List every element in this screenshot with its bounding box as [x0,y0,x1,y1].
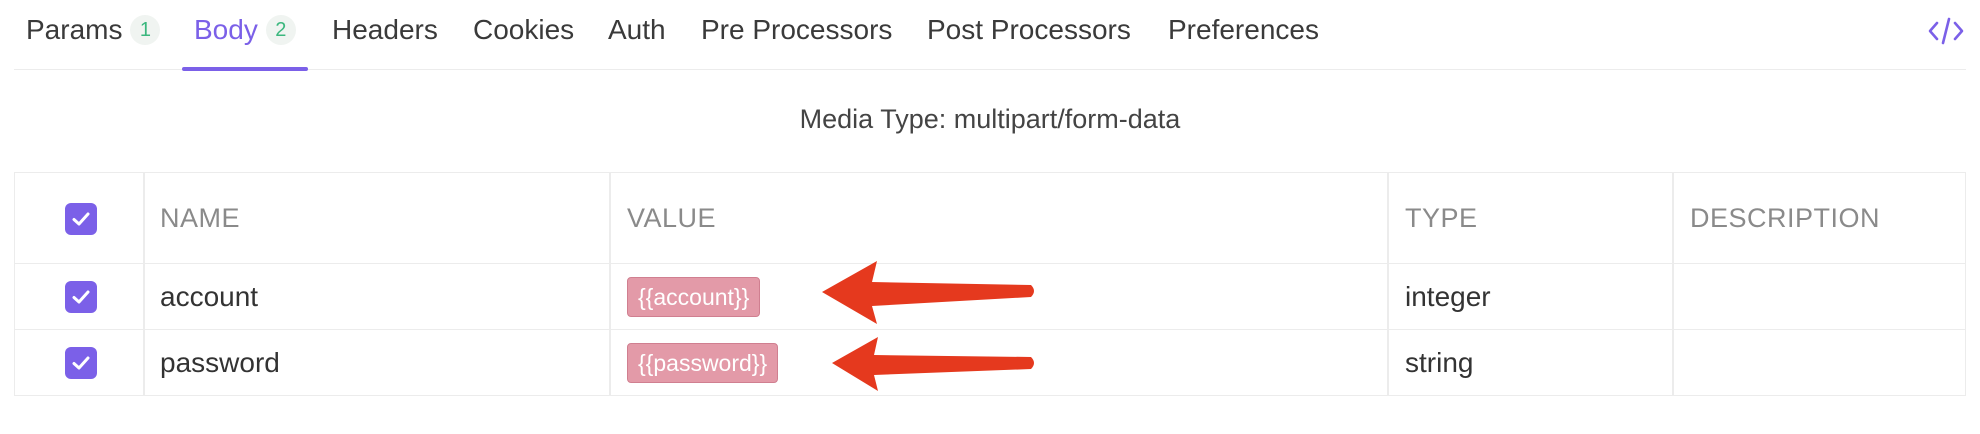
check-icon [72,356,90,370]
row-checkbox[interactable] [65,281,97,313]
param-value-cell[interactable]: {{account}} [627,264,761,329]
tab-headers[interactable]: Headers [332,0,438,70]
tab-params-label: Params [26,14,123,45]
tab-body-label: Body [194,14,258,45]
tab-pre-processors[interactable]: Pre Processors [701,0,892,70]
column-header-name: NAME [160,202,241,233]
column-header-type: TYPE [1405,202,1478,233]
request-tab-bar: Params 1 Body 2 Headers Cookies Auth Pre P… [14,0,1966,71]
select-all-checkbox[interactable] [65,203,97,235]
check-icon [72,212,90,226]
variable-tag[interactable]: {{account}} [627,276,761,317]
tab-cookies-label: Cookies [473,14,575,45]
param-name-cell[interactable]: password [160,330,280,396]
tab-post-processors-label: Post Processors [927,14,1131,45]
column-header-value: VALUE [627,202,717,233]
param-description-cell[interactable] [1690,264,1960,329]
tab-preferences-label: Preferences [1168,14,1319,45]
column-header-description: DESCRIPTION [1690,202,1881,233]
tab-body[interactable]: Body 2 [182,0,308,71]
check-icon [72,290,90,304]
tab-headers-label: Headers [332,14,438,45]
media-type-label: Media Type: multipart/form-data [799,104,1181,134]
row-checkbox[interactable] [65,347,97,379]
param-type-cell[interactable]: integer [1405,264,1491,329]
tab-params[interactable]: Params 1 [26,0,161,70]
tab-params-count-badge: 1 [130,15,161,45]
code-icon[interactable] [1926,14,1966,48]
tab-pre-processors-label: Pre Processors [701,14,893,45]
param-description-cell[interactable] [1690,330,1960,396]
variable-tag[interactable]: {{password}} [627,343,779,383]
tab-auth[interactable]: Auth [608,0,666,70]
param-type-cell[interactable]: string [1405,330,1473,396]
active-tab-indicator [182,67,308,71]
table-header-row: NAME VALUE TYPE DESCRIPTION [15,173,1965,264]
tab-preferences[interactable]: Preferences [1168,0,1319,70]
tab-cookies[interactable]: Cookies [473,0,574,70]
tab-body-count-badge: 2 [265,15,296,45]
tab-auth-label: Auth [608,14,666,45]
param-value-cell[interactable]: {{password}} [627,330,779,396]
annotation-arrow [822,261,1034,324]
param-name-cell[interactable]: account [160,264,258,329]
tab-post-processors[interactable]: Post Processors [927,0,1131,70]
annotation-arrow [832,337,1034,391]
